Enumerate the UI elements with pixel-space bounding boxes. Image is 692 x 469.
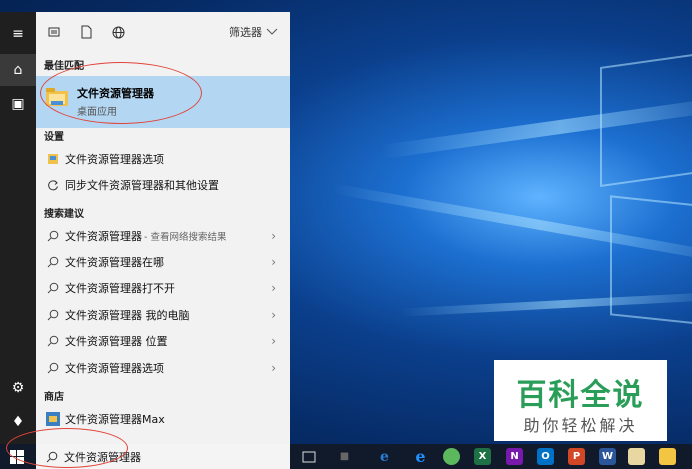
- chevron-right-icon: ›: [271, 334, 276, 348]
- suggestion-sub: - 查看网络搜索结果: [144, 232, 227, 243]
- chevron-right-icon: ›: [271, 229, 276, 243]
- apps-scope-icon[interactable]: [40, 18, 68, 46]
- filter-label: 筛选器: [229, 26, 262, 39]
- suggestion-item[interactable]: 文件资源管理器打不开 ›: [36, 275, 290, 301]
- annotation-circle-search: [6, 428, 128, 468]
- search-icon: [46, 255, 60, 269]
- suggestions-heading: 搜索建议: [44, 209, 84, 220]
- search-icon: [46, 281, 60, 295]
- settings-heading: 设置: [44, 132, 64, 143]
- annotation-circle-best-match: [40, 62, 202, 124]
- outlook-icon[interactable]: O: [537, 448, 554, 465]
- notebook-icon[interactable]: ▣: [0, 88, 36, 120]
- hamburger-menu-icon[interactable]: ≡: [0, 18, 36, 50]
- settings-item-label: 文件资源管理器选项: [65, 153, 164, 166]
- filter-dropdown[interactable]: 筛选器: [229, 24, 278, 40]
- paint-icon[interactable]: [628, 448, 645, 465]
- suggestion-item[interactable]: 文件资源管理器 - 查看网络搜索结果 ›: [36, 223, 290, 249]
- sync-icon: [46, 178, 60, 192]
- scope-toolbar: 筛选器: [36, 12, 290, 52]
- chevron-right-icon: ›: [271, 281, 276, 295]
- settings-item-label: 同步文件资源管理器和其他设置: [65, 179, 219, 192]
- suggestion-label: 文件资源管理器: [65, 230, 142, 243]
- people-icon[interactable]: ■: [336, 448, 353, 465]
- word-icon[interactable]: W: [599, 448, 616, 465]
- search-icon: [46, 229, 60, 243]
- suggestion-item[interactable]: 文件资源管理器在哪 ›: [36, 249, 290, 275]
- chevron-right-icon: ›: [271, 308, 276, 322]
- folder-options-icon: [46, 152, 60, 166]
- settings-item-sync[interactable]: 同步文件资源管理器和其他设置: [36, 172, 290, 198]
- settings-item-folder-options[interactable]: 文件资源管理器选项: [36, 146, 290, 172]
- suggestion-label: 文件资源管理器选项: [65, 362, 164, 375]
- suggestion-label: 文件资源管理器打不开: [65, 282, 175, 295]
- suggestion-label: 文件资源管理器在哪: [65, 256, 164, 269]
- search-icon: [46, 361, 60, 375]
- home-icon[interactable]: ⌂: [0, 54, 36, 86]
- search-icon: [46, 334, 60, 348]
- settings-gear-icon[interactable]: ⚙: [0, 372, 36, 404]
- web-scope-icon[interactable]: [104, 18, 132, 46]
- suggestion-label: 文件资源管理器 位置: [65, 335, 168, 348]
- watermark-title: 百科全说: [516, 378, 645, 413]
- store-heading: 商店: [44, 392, 64, 403]
- suggestion-item[interactable]: 文件资源管理器选项 ›: [36, 355, 290, 381]
- excel-icon[interactable]: X: [474, 448, 491, 465]
- task-view-icon[interactable]: [300, 448, 317, 465]
- media-icon[interactable]: [443, 448, 460, 465]
- store-item-label: 文件资源管理器Max: [65, 413, 165, 426]
- suggestion-label: 文件资源管理器 我的电脑: [65, 309, 190, 322]
- onenote-icon[interactable]: N: [506, 448, 523, 465]
- edge-icon-2[interactable]: e: [412, 447, 429, 466]
- chevron-right-icon: ›: [271, 361, 276, 375]
- documents-scope-icon[interactable]: [72, 18, 100, 46]
- suggestion-item[interactable]: 文件资源管理器 我的电脑 ›: [36, 302, 290, 328]
- powerpoint-icon[interactable]: P: [568, 448, 585, 465]
- watermark-logo: 百科全说 助你轻松解决: [494, 360, 667, 441]
- search-icon: [46, 308, 60, 322]
- watermark-subtitle: 助你轻松解决: [523, 416, 638, 435]
- store-app-icon: [46, 412, 60, 426]
- edge-icon-1[interactable]: e: [376, 448, 393, 465]
- start-rail: ≡ ⌂ ▣ ⚙ ♦: [0, 12, 36, 444]
- suggestion-item[interactable]: 文件资源管理器 位置 ›: [36, 328, 290, 354]
- chevron-right-icon: ›: [271, 255, 276, 269]
- file-explorer-icon[interactable]: [659, 448, 676, 465]
- chevron-down-icon: [266, 26, 278, 39]
